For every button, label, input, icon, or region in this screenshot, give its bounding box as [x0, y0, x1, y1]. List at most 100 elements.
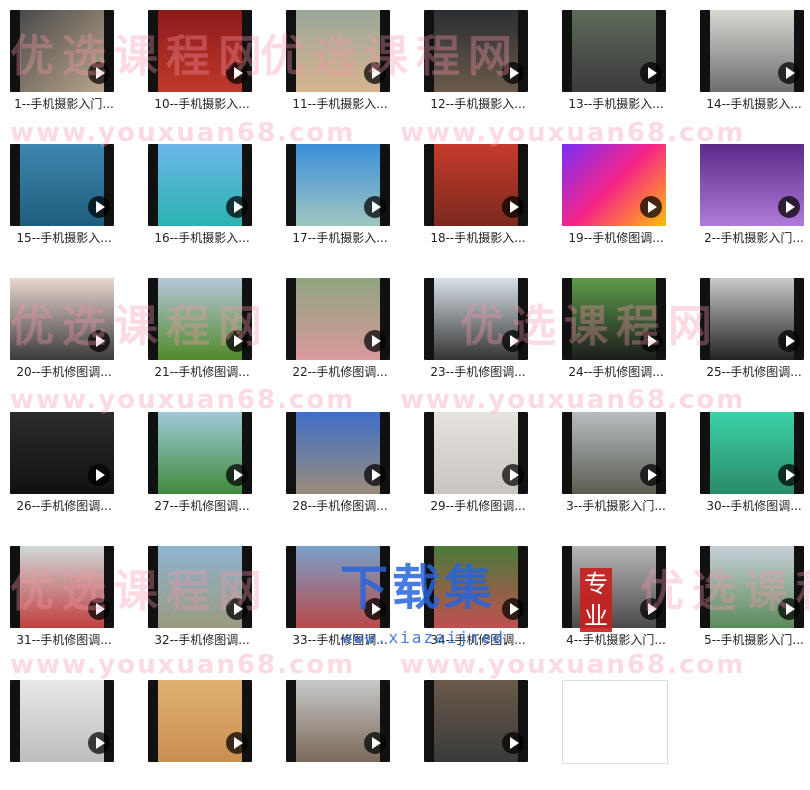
video-thumbnail[interactable]	[424, 278, 528, 360]
play-icon[interactable]	[778, 196, 800, 218]
file-item[interactable]: 10--手机摄影入...	[138, 0, 276, 120]
play-icon[interactable]	[778, 62, 800, 84]
file-item[interactable]: 28--手机修图调...	[276, 402, 414, 522]
video-thumbnail[interactable]	[700, 144, 804, 226]
play-icon[interactable]	[226, 732, 248, 754]
video-thumbnail[interactable]	[286, 546, 390, 628]
file-item[interactable]: 14--手机摄影入...	[690, 0, 810, 120]
file-item[interactable]: 19--手机修图调...	[552, 134, 690, 254]
play-icon[interactable]	[640, 62, 662, 84]
video-thumbnail[interactable]	[700, 412, 804, 494]
play-icon[interactable]	[88, 330, 110, 352]
file-item[interactable]: 17--手机摄影入...	[276, 134, 414, 254]
file-item[interactable]: 4--手机摄影入门...	[552, 536, 690, 656]
video-thumbnail[interactable]	[286, 144, 390, 226]
file-item[interactable]	[552, 670, 690, 790]
play-icon[interactable]	[502, 330, 524, 352]
play-icon[interactable]	[502, 464, 524, 486]
video-thumbnail[interactable]	[424, 546, 528, 628]
video-thumbnail[interactable]	[148, 10, 252, 92]
file-item[interactable]	[276, 670, 414, 790]
file-item[interactable]: 22--手机修图调...	[276, 268, 414, 388]
play-icon[interactable]	[502, 196, 524, 218]
play-icon[interactable]	[640, 464, 662, 486]
file-item[interactable]: 2--手机摄影入门...	[690, 134, 810, 254]
video-thumbnail[interactable]	[424, 144, 528, 226]
file-item[interactable]: 5--手机摄影入门...	[690, 536, 810, 656]
video-thumbnail[interactable]	[424, 680, 528, 762]
video-thumbnail[interactable]	[562, 10, 666, 92]
video-thumbnail[interactable]	[148, 680, 252, 762]
file-item[interactable]: 26--手机修图调...	[0, 402, 138, 522]
video-thumbnail[interactable]	[10, 680, 114, 762]
file-item[interactable]: 12--手机摄影入...	[414, 0, 552, 120]
file-item[interactable]: 29--手机修图调...	[414, 402, 552, 522]
file-item[interactable]: 15--手机摄影入...	[0, 134, 138, 254]
play-icon[interactable]	[502, 62, 524, 84]
video-thumbnail[interactable]	[148, 546, 252, 628]
play-icon[interactable]	[364, 732, 386, 754]
play-icon[interactable]	[88, 62, 110, 84]
play-icon[interactable]	[364, 196, 386, 218]
video-thumbnail[interactable]	[10, 546, 114, 628]
file-item[interactable]: 31--手机修图调...	[0, 536, 138, 656]
video-thumbnail[interactable]	[562, 278, 666, 360]
video-thumbnail[interactable]	[424, 412, 528, 494]
video-thumbnail[interactable]	[700, 10, 804, 92]
file-item[interactable]	[138, 670, 276, 790]
file-item[interactable]	[414, 670, 552, 790]
play-icon[interactable]	[364, 464, 386, 486]
file-item[interactable]: 23--手机修图调...	[414, 268, 552, 388]
play-icon[interactable]	[88, 464, 110, 486]
video-thumbnail[interactable]	[424, 10, 528, 92]
file-item[interactable]: 30--手机修图调...	[690, 402, 810, 522]
file-item[interactable]: 34--手机修图调...	[414, 536, 552, 656]
play-icon[interactable]	[88, 598, 110, 620]
video-thumbnail[interactable]	[10, 412, 114, 494]
play-icon[interactable]	[778, 330, 800, 352]
play-icon[interactable]	[640, 598, 662, 620]
play-icon[interactable]	[226, 196, 248, 218]
file-item[interactable]	[0, 670, 138, 790]
video-thumbnail[interactable]	[700, 278, 804, 360]
file-item[interactable]: 3--手机摄影入门...	[552, 402, 690, 522]
video-thumbnail[interactable]	[562, 144, 666, 226]
play-icon[interactable]	[502, 598, 524, 620]
file-item[interactable]: 11--手机摄影入...	[276, 0, 414, 120]
video-thumbnail[interactable]	[286, 680, 390, 762]
file-item[interactable]: 20--手机修图调...	[0, 268, 138, 388]
play-icon[interactable]	[226, 464, 248, 486]
video-thumbnail[interactable]	[562, 680, 668, 764]
play-icon[interactable]	[778, 464, 800, 486]
play-icon[interactable]	[364, 598, 386, 620]
play-icon[interactable]	[640, 330, 662, 352]
file-item[interactable]: 21--手机修图调...	[138, 268, 276, 388]
video-thumbnail[interactable]	[10, 278, 114, 360]
play-icon[interactable]	[226, 598, 248, 620]
file-item[interactable]: 27--手机修图调...	[138, 402, 276, 522]
video-thumbnail[interactable]	[286, 412, 390, 494]
play-icon[interactable]	[226, 330, 248, 352]
play-icon[interactable]	[640, 196, 662, 218]
file-item[interactable]: 33--手机修图调...	[276, 536, 414, 656]
file-item[interactable]: 1--手机摄影入门...	[0, 0, 138, 120]
video-thumbnail[interactable]	[148, 278, 252, 360]
video-thumbnail[interactable]	[10, 144, 114, 226]
video-thumbnail[interactable]	[562, 412, 666, 494]
play-icon[interactable]	[88, 732, 110, 754]
file-item[interactable]: 18--手机摄影入...	[414, 134, 552, 254]
video-thumbnail[interactable]	[700, 546, 804, 628]
video-thumbnail[interactable]	[286, 278, 390, 360]
video-thumbnail[interactable]	[562, 546, 666, 628]
play-icon[interactable]	[364, 62, 386, 84]
video-thumbnail[interactable]	[10, 10, 114, 92]
play-icon[interactable]	[88, 196, 110, 218]
file-item[interactable]: 32--手机修图调...	[138, 536, 276, 656]
video-thumbnail[interactable]	[148, 144, 252, 226]
video-thumbnail[interactable]	[286, 10, 390, 92]
video-thumbnail[interactable]	[148, 412, 252, 494]
play-icon[interactable]	[502, 732, 524, 754]
play-icon[interactable]	[364, 330, 386, 352]
play-icon[interactable]	[226, 62, 248, 84]
file-item[interactable]: 25--手机修图调...	[690, 268, 810, 388]
